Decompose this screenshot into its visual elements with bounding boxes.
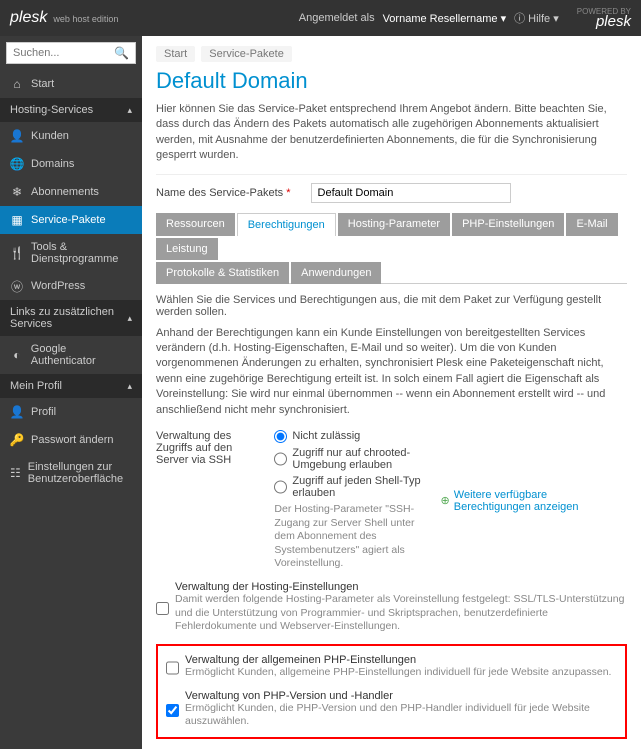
sidebar-kunden[interactable]: 👤Kunden [0, 122, 142, 150]
php-general-title: Verwaltung der allgemeinen PHP-Einstellu… [185, 654, 611, 666]
ssh-opt1[interactable]: Nicht zulässig [274, 430, 425, 443]
tab-protokolle[interactable]: Protokolle & Statistiken [156, 262, 289, 284]
tab-berechtigungen[interactable]: Berechtigungen [237, 213, 336, 236]
tab-ressourcen[interactable]: Ressourcen [156, 213, 235, 236]
name-label: Name des Service-Pakets * [156, 187, 291, 199]
sidebar-abos[interactable]: ❄Abonnements [0, 178, 142, 206]
home-icon: ⌂ [10, 77, 24, 91]
breadcrumb: Start Service-Pakete [156, 46, 627, 62]
ssh-opt3[interactable]: Zugriff auf jeden Shell-Typ erlauben [274, 475, 425, 499]
chevron-up-icon: ▴ [127, 105, 132, 116]
php-general-checkbox[interactable] [166, 656, 179, 680]
user-menu[interactable]: Vorname Resellername ▾ [383, 12, 507, 25]
help-menu[interactable]: ⓘ Hilfe ▾ [514, 10, 559, 26]
package-icon: ▦ [10, 213, 24, 227]
sidebar-header-links[interactable]: Links zu zusätzlichen Services▴ [0, 300, 142, 336]
shield-icon: ◐ [10, 348, 24, 362]
more-permissions-link[interactable]: ⊕Weitere verfügbare Berechtigungen anzei… [441, 430, 627, 571]
chevron-up-icon: ▴ [127, 313, 132, 324]
highlighted-section: Verwaltung der allgemeinen PHP-Einstellu… [156, 644, 627, 739]
php-general-sub: Ermöglicht Kunden, allgemeine PHP-Einste… [185, 666, 611, 680]
ssh-label: Verwaltung des Zugriffs auf den Server v… [156, 430, 259, 571]
logged-in-label: Angemeldet als [299, 12, 375, 24]
sidebar-wordpress[interactable]: ⓦWordPress [0, 272, 142, 300]
sidebar-domains[interactable]: 🌐Domains [0, 150, 142, 178]
ssh-opt2[interactable]: Zugriff nur auf chrooted-Umgebung erlaub… [274, 447, 425, 471]
tools-icon: 🍴 [10, 246, 24, 260]
ssh-note: Der Hosting-Parameter "SSH-Zugang zur Se… [274, 503, 425, 571]
cube-icon: ❄ [10, 185, 24, 199]
plus-icon: ⊕ [441, 494, 450, 507]
sidebar-ui-settings[interactable]: ☷Einstellungen zur Benutzeroberfläche [0, 454, 142, 492]
name-input[interactable] [311, 183, 511, 203]
sidebar-start[interactable]: ⌂Start [0, 70, 142, 98]
php-handler-sub: Ermöglicht Kunden, die PHP-Version und d… [185, 702, 617, 729]
settings-icon: ☷ [10, 466, 21, 480]
sidebar-passwort[interactable]: 🔑Passwort ändern [0, 426, 142, 454]
brand-logo: plesk web host edition [10, 9, 118, 27]
user-icon: 👤 [10, 129, 24, 143]
sidebar-profil[interactable]: 👤Profil [0, 398, 142, 426]
breadcrumb-pakete[interactable]: Service-Pakete [201, 46, 292, 62]
intro-text: Hier können Sie das Service-Paket entspr… [156, 102, 627, 164]
sidebar-service-pakete[interactable]: ▦Service-Pakete [0, 206, 142, 234]
search-icon[interactable]: 🔍 [108, 44, 135, 62]
sidebar-header-hosting[interactable]: Hosting-Services▴ [0, 98, 142, 122]
content-desc1: Wählen Sie die Services und Berechtigung… [156, 294, 627, 318]
sidebar-google-auth[interactable]: ◐Google Authenticator [0, 336, 142, 374]
profile-icon: 👤 [10, 405, 24, 419]
powered-by: POWERED BY plesk [577, 8, 631, 29]
tab-hosting[interactable]: Hosting-Parameter [338, 213, 450, 236]
wordpress-icon: ⓦ [10, 279, 24, 293]
sidebar-header-profil[interactable]: Mein Profil▴ [0, 374, 142, 398]
tab-anwendungen[interactable]: Anwendungen [291, 262, 381, 284]
key-icon: 🔑 [10, 433, 24, 447]
content-desc2: Anhand der Berechtigungen kann ein Kunde… [156, 326, 627, 418]
php-handler-checkbox[interactable] [166, 692, 179, 729]
tab-email[interactable]: E-Mail [566, 213, 617, 236]
search-input[interactable] [7, 43, 108, 63]
globe-icon: 🌐 [10, 157, 24, 171]
page-title: Default Domain [156, 68, 627, 94]
search-box[interactable]: 🔍 [6, 42, 136, 64]
hosting-settings-sub: Damit werden folgende Hosting-Parameter … [175, 593, 627, 634]
tab-leistung[interactable]: Leistung [156, 238, 218, 260]
tab-php[interactable]: PHP-Einstellungen [452, 213, 564, 236]
hosting-settings-checkbox[interactable] [156, 583, 169, 634]
hosting-settings-title: Verwaltung der Hosting-Einstellungen [175, 581, 627, 593]
chevron-up-icon: ▴ [127, 381, 132, 392]
breadcrumb-start[interactable]: Start [156, 46, 195, 62]
php-handler-title: Verwaltung von PHP-Version und -Handler [185, 690, 617, 702]
sidebar-tools[interactable]: 🍴Tools & Dienstprogramme [0, 234, 142, 272]
